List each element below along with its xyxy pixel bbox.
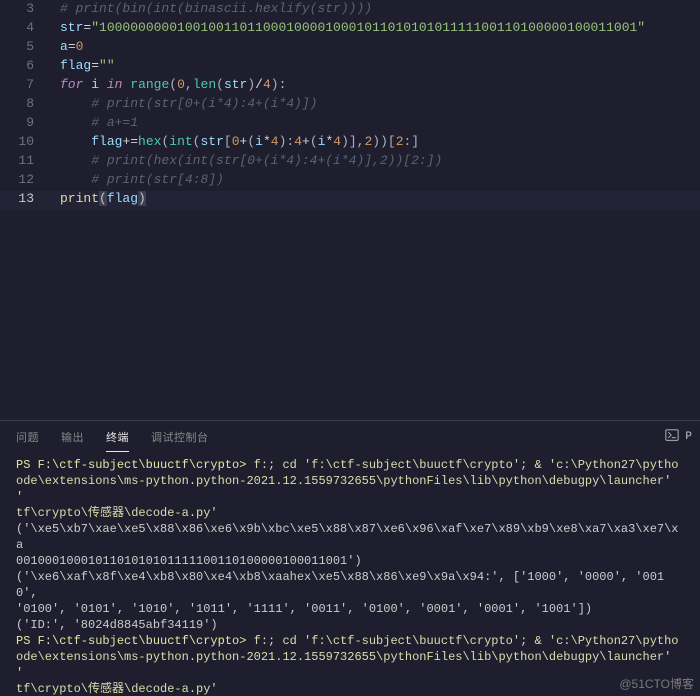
terminal-line: ('\xe5\xb7\xae\xe5\x88\x86\xe6\x9b\xbc\x…: [16, 521, 684, 553]
line-number: 3: [0, 1, 50, 20]
line-number: 9: [0, 115, 50, 134]
code-line[interactable]: # print(str[0+(i*4):4+(i*4)]): [60, 96, 700, 115]
terminal-line: '0100', '0101', '1010', '1011', '1111', …: [16, 601, 684, 617]
code-line[interactable]: a=0: [60, 39, 700, 58]
code-line[interactable]: print(flag): [0, 191, 700, 210]
terminal-line: tf\crypto\传感器\decode-a.py': [16, 681, 684, 696]
terminal-line: 0010001000101101010101111100110100000100…: [16, 553, 684, 569]
line-number: 12: [0, 172, 50, 191]
line-number: 6: [0, 58, 50, 77]
bottom-panel: 问题 输出 终端 调试控制台 P PS F:\ctf-subject\buuct…: [0, 420, 700, 696]
terminal-line: ode\extensions\ms-python.python-2021.12.…: [16, 649, 684, 681]
code-line[interactable]: # print(bin(int(binascii.hexlify(str)))): [60, 1, 700, 20]
terminal-line: ode\extensions\ms-python.python-2021.12.…: [16, 473, 684, 505]
terminal-line: tf\crypto\传感器\decode-a.py': [16, 505, 684, 521]
panel-actions: P: [665, 428, 692, 446]
code-line[interactable]: flag+=hex(int(str[0+(i*4):4+(i*4)],2))[2…: [60, 134, 700, 153]
terminal-line: PS F:\ctf-subject\buuctf\crypto> f:; cd …: [16, 633, 684, 649]
code-line[interactable]: # a+=1: [60, 115, 700, 134]
panel-tabs: 问题 输出 终端 调试控制台 P: [0, 421, 700, 453]
line-number: 8: [0, 96, 50, 115]
code-line[interactable]: str="10000000001001001101100010000100010…: [60, 20, 700, 39]
line-number: 13: [0, 191, 50, 210]
code-editor[interactable]: 3 4 5 6 7 8 9 10 11 12 13 # print(bin(in…: [0, 0, 700, 420]
line-number: 10: [0, 134, 50, 153]
code-line[interactable]: # print(hex(int(str[0+(i*4):4+(i*4)],2))…: [60, 153, 700, 172]
terminal-output[interactable]: PS F:\ctf-subject\buuctf\crypto> f:; cd …: [0, 453, 700, 696]
code-content[interactable]: # print(bin(int(binascii.hexlify(str))))…: [60, 0, 700, 210]
tab-output[interactable]: 输出: [61, 423, 84, 451]
line-number: 11: [0, 153, 50, 172]
tab-terminal[interactable]: 终端: [106, 423, 129, 452]
code-line[interactable]: # print(str[4:8]): [60, 172, 700, 191]
line-number: 5: [0, 39, 50, 58]
terminal-line: PS F:\ctf-subject\buuctf\crypto> f:; cd …: [16, 457, 684, 473]
code-line[interactable]: for i in range(0,len(str)/4):: [60, 77, 700, 96]
powershell-icon[interactable]: [665, 428, 679, 446]
code-line[interactable]: flag="": [60, 58, 700, 77]
line-number: 4: [0, 20, 50, 39]
terminal-line: ('\xe6\xaf\x8f\xe4\xb8\x80\xe4\xb8\xaahe…: [16, 569, 684, 601]
terminal-line: ('ID:', '8024d8845abf34119'): [16, 617, 684, 633]
line-gutter: 3 4 5 6 7 8 9 10 11 12 13: [0, 0, 50, 210]
line-number: 7: [0, 77, 50, 96]
tab-debug[interactable]: 调试控制台: [151, 423, 209, 451]
tab-problems[interactable]: 问题: [16, 423, 39, 451]
panel-label: P: [685, 431, 692, 443]
watermark: @51CTO博客: [619, 675, 694, 692]
